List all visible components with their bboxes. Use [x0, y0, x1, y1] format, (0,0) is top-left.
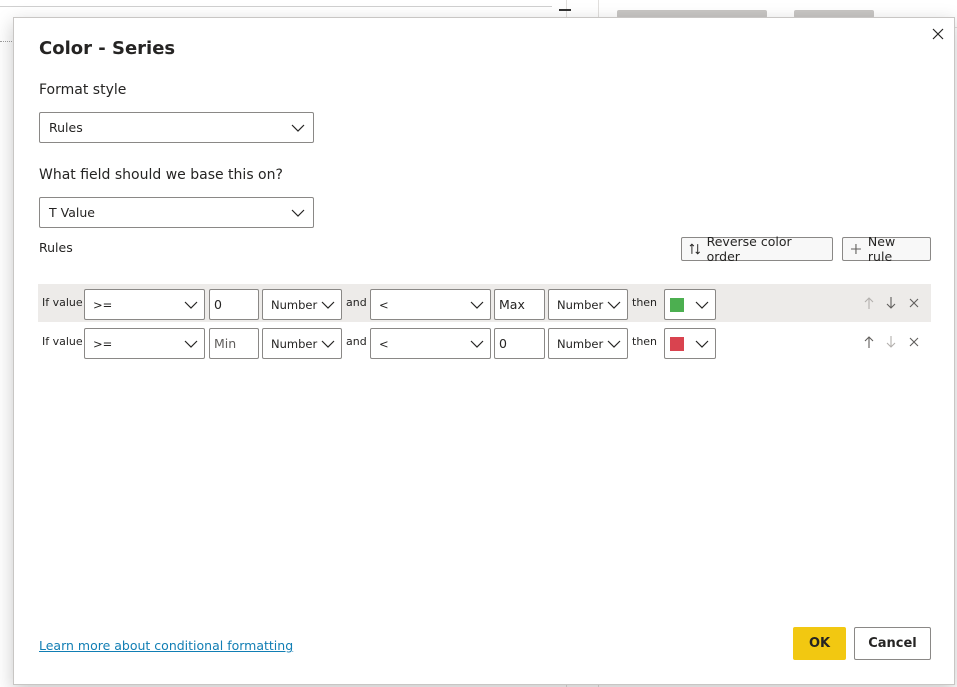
value-2-type-select[interactable]: Number	[548, 328, 628, 359]
operator-1-value: >=	[93, 336, 113, 351]
chevron-down-icon	[321, 340, 335, 348]
chevron-down-icon	[607, 340, 621, 348]
rules-label: Rules	[39, 240, 73, 255]
operator-1-select[interactable]: >=	[84, 328, 205, 359]
base-field-value: T Value	[49, 205, 95, 220]
cancel-button[interactable]: Cancel	[854, 627, 931, 660]
delete-rule-icon[interactable]	[907, 296, 921, 310]
chevron-down-icon	[695, 340, 709, 348]
chevron-down-icon	[184, 340, 198, 348]
minimize-icon	[559, 9, 571, 11]
format-style-label: Format style	[39, 82, 127, 98]
sort-arrows-icon	[689, 243, 700, 255]
delete-rule-icon[interactable]	[907, 335, 921, 349]
value-2-input[interactable]: Max	[494, 289, 545, 320]
operator-2-select[interactable]: <	[370, 328, 491, 359]
value-2-type-value: Number	[557, 297, 604, 312]
rule-row: If value >= 0 Number and < Max Number th…	[38, 284, 931, 322]
value-1-input[interactable]: Min	[209, 328, 259, 359]
chevron-down-icon	[470, 301, 484, 309]
value-2-input[interactable]: 0	[494, 328, 545, 359]
and-label: and	[346, 335, 367, 348]
base-field-select[interactable]: T Value	[39, 197, 314, 228]
operator-2-value: <	[379, 297, 389, 312]
new-rule-label: New rule	[867, 234, 896, 264]
chevron-down-icon	[291, 124, 305, 132]
move-up-icon[interactable]	[862, 296, 876, 310]
move-down-icon[interactable]	[884, 335, 898, 349]
chevron-down-icon	[321, 301, 335, 309]
move-up-icon[interactable]	[862, 335, 876, 349]
color-picker[interactable]	[664, 289, 716, 320]
if-value-label: If value	[42, 335, 83, 348]
chevron-down-icon	[607, 301, 621, 309]
chevron-down-icon	[470, 340, 484, 348]
close-button[interactable]	[928, 24, 948, 44]
color-swatch	[670, 298, 684, 312]
then-label: then	[632, 296, 658, 309]
chevron-down-icon	[291, 209, 305, 217]
move-down-icon[interactable]	[884, 296, 898, 310]
then-label: then	[632, 335, 658, 348]
value-2-type-value: Number	[557, 336, 604, 351]
chevron-down-icon	[184, 301, 198, 309]
if-value-label: If value	[42, 296, 83, 309]
reverse-color-order-label: Reverse color order	[706, 234, 792, 264]
operator-1-value: >=	[93, 297, 113, 312]
close-icon	[932, 28, 944, 40]
format-style-value: Rules	[49, 120, 83, 135]
format-style-select[interactable]: Rules	[39, 112, 314, 143]
and-label: and	[346, 296, 367, 309]
operator-2-select[interactable]: <	[370, 289, 491, 320]
operator-2-value: <	[379, 336, 389, 351]
color-swatch	[670, 337, 684, 351]
value-1-input[interactable]: 0	[209, 289, 259, 320]
canvas-dotted-line	[0, 41, 14, 42]
value-1-type-select[interactable]: Number	[262, 289, 342, 320]
value-1-type-value: Number	[271, 297, 318, 312]
value-2-type-select[interactable]: Number	[548, 289, 628, 320]
conditional-formatting-dialog: Color - Series Format style Rules What f…	[13, 17, 955, 685]
ok-button[interactable]: OK	[793, 627, 846, 660]
new-rule-button[interactable]: New rule	[842, 234, 931, 264]
operator-1-select[interactable]: >=	[84, 289, 205, 320]
dialog-title: Color - Series	[39, 38, 176, 59]
rule-row: If value >= Min Number and < 0 Number th…	[38, 323, 931, 361]
value-1-type-value: Number	[271, 336, 318, 351]
reverse-color-order-button[interactable]: Reverse color order	[681, 234, 833, 264]
color-picker[interactable]	[664, 328, 716, 359]
plus-icon	[850, 244, 861, 254]
chevron-down-icon	[695, 301, 709, 309]
value-1-type-select[interactable]: Number	[262, 328, 342, 359]
base-field-label: What field should we base this on?	[39, 167, 283, 183]
learn-more-link[interactable]: Learn more about conditional formatting	[39, 638, 293, 653]
canvas-divider	[0, 6, 552, 7]
